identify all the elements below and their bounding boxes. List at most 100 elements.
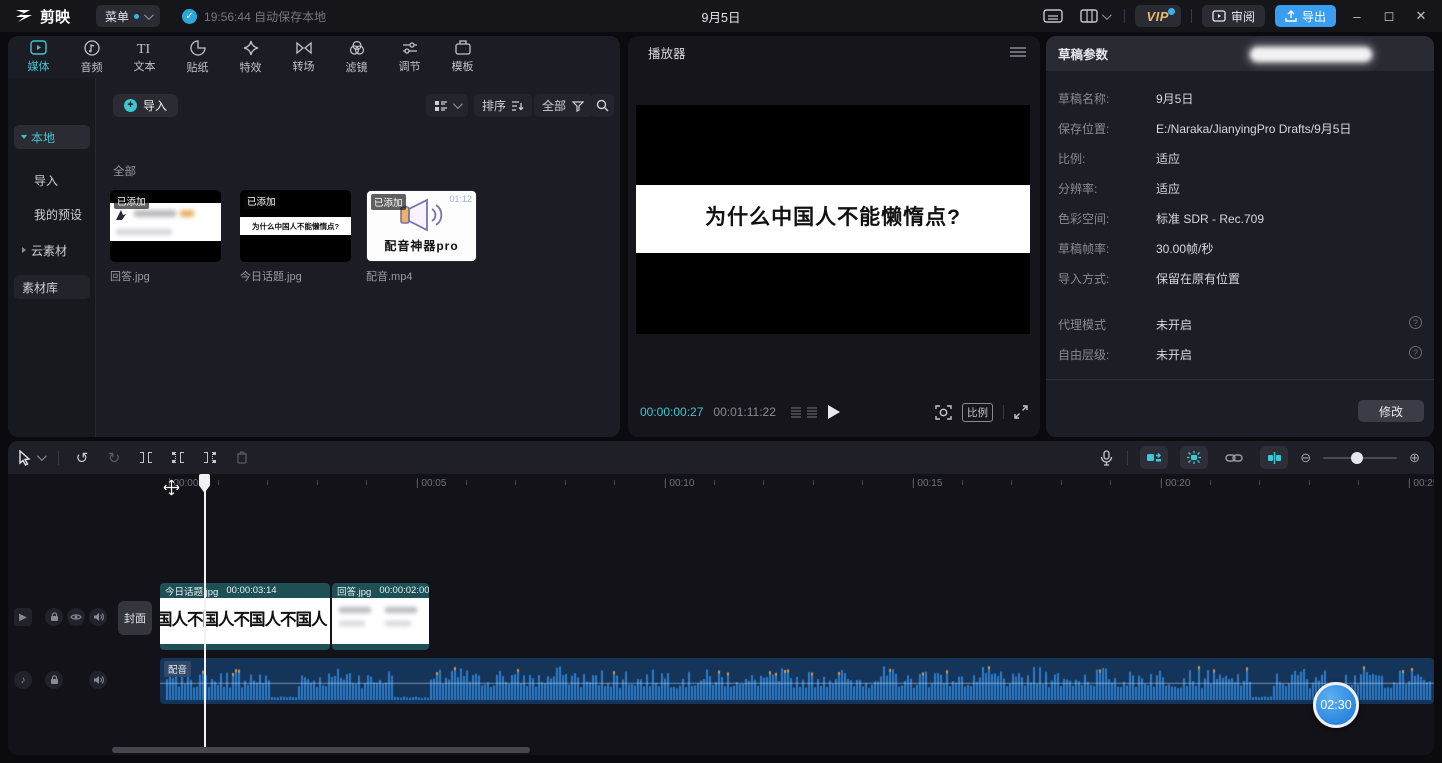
ratio-button[interactable]: 比例 bbox=[962, 403, 993, 422]
media-item-voiceover[interactable]: 已添加 01:12 配音神器pro 配音.mp4 bbox=[366, 190, 477, 284]
auto-snap-toggle[interactable] bbox=[1180, 446, 1208, 469]
sort-button[interactable]: 排序 bbox=[474, 94, 532, 117]
timeline-clip-topic[interactable]: 今日话题.jpg 00:00:03:14 国人不国人不国人不国人 bbox=[160, 583, 330, 650]
split-button[interactable] bbox=[137, 452, 155, 463]
clip-header: 今日话题.jpg 00:00:03:14 bbox=[160, 583, 330, 598]
media-thumbnail: 已添加 01:12 配音神器pro bbox=[366, 190, 477, 262]
maximize-button[interactable]: ◻ bbox=[1378, 8, 1400, 24]
clip-thumbnail-text: 国人不国人不国人不国人 bbox=[160, 606, 330, 630]
preview-axis-toggle[interactable] bbox=[1260, 446, 1288, 469]
tab-text[interactable]: TI 文本 bbox=[118, 36, 171, 78]
sort-icon bbox=[511, 100, 524, 112]
shortcut-keys-button[interactable] bbox=[1040, 6, 1066, 26]
tab-sticker[interactable]: 贴纸 bbox=[171, 36, 224, 78]
keyboard-icon bbox=[1043, 9, 1063, 23]
draft-panel-title: 草稿参数 bbox=[1058, 44, 1108, 63]
split-keep-right-button[interactable] bbox=[201, 452, 219, 463]
media-item-answer[interactable]: 已添加 回答.jpg bbox=[110, 190, 221, 284]
timeline-panel: ↺ ↻ bbox=[8, 441, 1434, 755]
tab-filters[interactable]: 滤镜 bbox=[330, 36, 383, 78]
autosave-text: 19:56:44 自动保存本地 bbox=[204, 8, 326, 25]
tab-media[interactable]: 媒体 bbox=[12, 36, 65, 78]
sidebar-item-label: 导入 bbox=[34, 172, 58, 189]
zoom-in-button[interactable]: ⊕ bbox=[1409, 450, 1420, 466]
magnetic-snap-toggle[interactable] bbox=[1140, 446, 1168, 469]
sidebar-item-import[interactable]: 导入 bbox=[14, 168, 90, 192]
field-label: 保存位置: bbox=[1058, 120, 1156, 136]
review-button[interactable]: 审阅 bbox=[1202, 5, 1265, 27]
sidebar-item-presets[interactable]: 我的预设 bbox=[14, 202, 90, 226]
layout-switch-button[interactable] bbox=[1076, 6, 1114, 26]
cover-button[interactable]: 封面 bbox=[118, 601, 152, 635]
clip-header: 回答.jpg 00:00:02:00 bbox=[332, 583, 429, 598]
field-import-mode: 导入方式: 保留在原有位置 bbox=[1058, 270, 1422, 286]
import-button[interactable]: + 导入 bbox=[113, 94, 178, 117]
hide-track-icon[interactable] bbox=[67, 608, 85, 626]
timeline-clip-answer[interactable]: 回答.jpg 00:00:02:00 bbox=[332, 583, 429, 650]
record-voiceover-button[interactable] bbox=[1097, 450, 1115, 466]
horizontal-scrollbar[interactable] bbox=[112, 747, 530, 753]
sidebar-item-cloud[interactable]: 云素材 bbox=[14, 238, 90, 262]
tab-audio[interactable]: 音频 bbox=[65, 36, 118, 78]
preview-focus-icon[interactable] bbox=[935, 405, 952, 420]
redo-button[interactable]: ↻ bbox=[105, 449, 123, 467]
media-panel: 媒体 音频 TI 文本 贴纸 特效 转场 bbox=[8, 36, 620, 437]
tab-templates[interactable]: 模板 bbox=[436, 36, 489, 78]
expander-icon bbox=[21, 135, 27, 139]
minimize-button[interactable]: – bbox=[1346, 9, 1368, 24]
tab-label: 文本 bbox=[134, 58, 156, 74]
sidebar-item-local[interactable]: 本地 bbox=[14, 125, 90, 149]
thumb-title-text: 为什么中国人不能懒惰点? bbox=[240, 221, 351, 232]
microphone-icon bbox=[1100, 450, 1113, 466]
playhead-line[interactable] bbox=[204, 474, 206, 747]
play-button[interactable] bbox=[828, 405, 840, 419]
video-preview[interactable]: 为什么中国人不能懒惰点? bbox=[636, 105, 1030, 334]
delete-button[interactable] bbox=[233, 451, 251, 464]
tab-label: 特效 bbox=[240, 59, 262, 75]
field-label: 草稿名称: bbox=[1058, 90, 1156, 106]
timeline-zoom-slider[interactable] bbox=[1323, 457, 1397, 459]
field-value: 适应 bbox=[1156, 150, 1180, 166]
player-menu-icon[interactable] bbox=[1010, 47, 1026, 57]
sidebar-item-label: 云素材 bbox=[31, 242, 67, 259]
mute-track-icon[interactable] bbox=[89, 608, 107, 626]
tab-transitions[interactable]: 转场 bbox=[277, 36, 330, 78]
time-ruler[interactable]: | 00:00| 00:05| 00:10| 00:15| 00:20| 00:… bbox=[8, 474, 1434, 498]
tab-effects[interactable]: 特效 bbox=[224, 36, 277, 78]
video-title-text: 为什么中国人不能懒惰点? bbox=[636, 201, 1030, 231]
undo-button[interactable]: ↺ bbox=[73, 449, 91, 467]
media-item-topic[interactable]: 已添加 为什么中国人不能懒惰点? 今日话题.jpg bbox=[240, 190, 351, 284]
field-save-location: 保存位置: E:/Naraka/JianyingPro Drafts/9月5日 bbox=[1058, 120, 1422, 136]
divider bbox=[1191, 9, 1192, 23]
fullscreen-icon[interactable] bbox=[1014, 405, 1028, 419]
audio-clip-label: 配音 bbox=[164, 661, 191, 677]
menu-button[interactable]: 菜单 bbox=[96, 5, 160, 27]
zoom-out-button[interactable]: ⊖ bbox=[1300, 450, 1311, 466]
zoom-slider-handle[interactable] bbox=[1351, 452, 1363, 464]
search-button[interactable] bbox=[590, 94, 614, 117]
vip-button[interactable]: VIP bbox=[1135, 5, 1181, 27]
lock-track-icon[interactable] bbox=[45, 671, 63, 689]
tab-label: 媒体 bbox=[28, 58, 50, 74]
modify-button[interactable]: 修改 bbox=[1358, 400, 1424, 422]
media-tab-bar: 媒体 音频 TI 文本 贴纸 特效 转场 bbox=[8, 36, 620, 78]
split-keep-left-button[interactable] bbox=[169, 452, 187, 463]
timeline-audio-clip[interactable]: 配音 bbox=[160, 658, 1434, 704]
draft-panel-header: 草稿参数 bbox=[1046, 36, 1434, 71]
select-tool-button[interactable] bbox=[18, 450, 44, 466]
player-panel: 播放器 为什么中国人不能懒惰点? 00:00:00:27 00:01:11:22… bbox=[628, 36, 1040, 437]
export-button[interactable]: 导出 bbox=[1275, 5, 1336, 27]
help-icon[interactable]: ? bbox=[1409, 346, 1422, 359]
chevron-down-icon bbox=[144, 10, 154, 20]
media-icon bbox=[30, 40, 47, 55]
help-icon[interactable]: ? bbox=[1409, 316, 1422, 329]
media-thumbnail: 已添加 为什么中国人不能懒惰点? bbox=[240, 190, 351, 262]
close-button[interactable]: ✕ bbox=[1410, 8, 1432, 24]
tab-adjust[interactable]: 调节 bbox=[383, 36, 436, 78]
lock-track-icon[interactable] bbox=[45, 608, 63, 626]
filter-button[interactable]: 全部 bbox=[534, 94, 592, 117]
sidebar-item-library[interactable]: 素材库 bbox=[14, 275, 90, 299]
view-mode-button[interactable] bbox=[426, 94, 468, 117]
link-preview-toggle[interactable] bbox=[1220, 446, 1248, 469]
mute-track-icon[interactable] bbox=[89, 671, 107, 689]
